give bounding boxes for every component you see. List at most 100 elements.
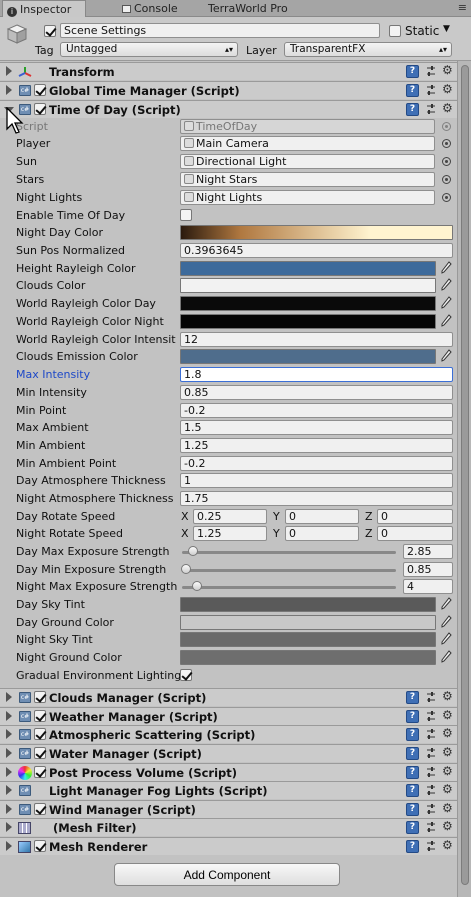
- night-day-gradient-field[interactable]: [180, 225, 453, 240]
- gear-icon[interactable]: ⚙: [442, 726, 453, 740]
- enable-time-of-day-checkbox[interactable]: [180, 209, 192, 221]
- foldout-arrow-icon[interactable]: [6, 729, 12, 739]
- object-picker-icon[interactable]: [442, 193, 451, 202]
- help-icon[interactable]: ?: [406, 821, 419, 834]
- preset-sliders-icon[interactable]: [425, 803, 437, 815]
- min-ambient-input[interactable]: 1.25: [180, 438, 453, 453]
- night-rotate-y-input[interactable]: 0: [285, 526, 359, 541]
- day-rotate-x-input[interactable]: 0.25: [193, 509, 267, 524]
- component-enabled-checkbox[interactable]: [34, 728, 46, 740]
- component-row[interactable]: c# Water Manager (Script)? ⚙: [0, 744, 457, 762]
- slider-track[interactable]: [182, 551, 396, 554]
- max-intensity-input[interactable]: 1.8: [180, 367, 453, 382]
- layer-dropdown[interactable]: TransparentFX ▴▾: [284, 42, 452, 57]
- day-rotate-z-input[interactable]: 0: [377, 509, 453, 524]
- sun-field[interactable]: Directional Light: [180, 154, 435, 169]
- foldout-arrow-icon[interactable]: [6, 692, 12, 702]
- min-point-input[interactable]: -0.2: [180, 403, 453, 418]
- gear-icon[interactable]: ⚙: [442, 782, 453, 796]
- tab-menu-icon[interactable]: ≡: [458, 1, 467, 14]
- help-icon[interactable]: ?: [406, 103, 419, 116]
- preset-sliders-icon[interactable]: [425, 691, 437, 703]
- component-row[interactable]: c# Atmospheric Scattering (Script)? ⚙: [0, 725, 457, 743]
- scrollbar[interactable]: [457, 61, 471, 897]
- day-rotate-y-input[interactable]: 0: [285, 509, 359, 524]
- foldout-arrow-icon[interactable]: [6, 66, 12, 76]
- component-enabled-checkbox[interactable]: [34, 84, 46, 96]
- scrollbar-thumb[interactable]: [461, 65, 469, 885]
- help-icon[interactable]: ?: [406, 728, 419, 741]
- preset-sliders-icon[interactable]: [425, 84, 437, 96]
- gear-icon[interactable]: ⚙: [442, 764, 453, 778]
- slider-track[interactable]: [182, 586, 396, 589]
- stars-field[interactable]: Night Stars: [180, 172, 435, 187]
- day-sky-tint-swatch[interactable]: [180, 597, 436, 612]
- slider-track[interactable]: [182, 569, 396, 572]
- preset-sliders-icon[interactable]: [425, 821, 437, 833]
- preset-sliders-icon[interactable]: [425, 766, 437, 778]
- night-lights-field[interactable]: Night Lights: [180, 190, 435, 205]
- object-picker-icon[interactable]: [442, 175, 451, 184]
- component-enabled-checkbox[interactable]: [34, 691, 46, 703]
- preset-sliders-icon[interactable]: [425, 103, 437, 115]
- min-ambient-point-input[interactable]: -0.2: [180, 456, 453, 471]
- night-atmo-input[interactable]: 1.75: [180, 491, 453, 506]
- slider-thumb[interactable]: [191, 581, 202, 591]
- foldout-arrow-icon[interactable]: [6, 767, 12, 777]
- tab-inspector[interactable]: i Inspector: [2, 0, 86, 17]
- night-sky-tint-swatch[interactable]: [180, 632, 436, 647]
- component-enabled-checkbox[interactable]: [34, 766, 46, 778]
- world-day-swatch[interactable]: [180, 296, 436, 311]
- component-row[interactable]: (Mesh Filter)? ⚙: [0, 818, 457, 836]
- slider-thumb[interactable]: [187, 546, 198, 556]
- help-icon[interactable]: ?: [406, 84, 419, 97]
- day-atmo-input[interactable]: 1: [180, 473, 453, 488]
- foldout-arrow-icon[interactable]: [6, 785, 12, 795]
- night-ground-swatch[interactable]: [180, 650, 436, 665]
- day-ground-swatch[interactable]: [180, 615, 436, 630]
- component-row[interactable]: Mesh Renderer? ⚙: [0, 837, 457, 855]
- component-enabled-checkbox[interactable]: [34, 840, 46, 852]
- help-icon[interactable]: ?: [406, 65, 419, 78]
- foldout-arrow-icon[interactable]: [6, 748, 12, 758]
- help-icon[interactable]: ?: [406, 747, 419, 760]
- add-component-button[interactable]: Add Component: [114, 863, 340, 886]
- help-icon[interactable]: ?: [406, 840, 419, 853]
- help-icon[interactable]: ?: [406, 784, 419, 797]
- gear-icon[interactable]: ⚙: [442, 801, 453, 815]
- component-row[interactable]: c# Wind Manager (Script)? ⚙: [0, 800, 457, 818]
- object-picker-icon[interactable]: [442, 157, 451, 166]
- preset-sliders-icon[interactable]: [425, 747, 437, 759]
- component-enabled-checkbox[interactable]: [34, 803, 46, 815]
- help-icon[interactable]: ?: [406, 766, 419, 779]
- clouds-emission-swatch[interactable]: [180, 349, 436, 364]
- clouds-color-swatch[interactable]: [180, 278, 436, 293]
- tag-dropdown[interactable]: Untagged ▴▾: [60, 42, 238, 57]
- eyedropper-icon[interactable]: [440, 615, 452, 629]
- slider-thumb[interactable]: [181, 564, 192, 574]
- gear-icon[interactable]: ⚙: [442, 819, 453, 833]
- tab-terraworld[interactable]: TerraWorld Pro: [204, 0, 304, 17]
- foldout-arrow-icon[interactable]: [6, 711, 12, 721]
- preset-sliders-icon[interactable]: [425, 840, 437, 852]
- component-global-time-manager[interactable]: c# Global Time Manager (Script) ? ⚙: [0, 81, 457, 99]
- min-intensity-input[interactable]: 0.85: [180, 385, 453, 400]
- component-row[interactable]: c# Weather Manager (Script)? ⚙: [0, 707, 457, 725]
- component-time-of-day[interactable]: c# Time Of Day (Script) ? ⚙: [0, 100, 457, 118]
- gear-icon[interactable]: ⚙: [442, 101, 453, 115]
- active-checkbox[interactable]: [44, 25, 56, 37]
- eyedropper-icon[interactable]: [440, 597, 452, 611]
- eyedropper-icon[interactable]: [440, 314, 452, 328]
- foldout-arrow-icon[interactable]: [6, 85, 12, 95]
- night-rotate-x-input[interactable]: 1.25: [193, 526, 267, 541]
- component-row[interactable]: c# Clouds Manager (Script)? ⚙: [0, 688, 457, 706]
- night-rotate-z-input[interactable]: 0: [377, 526, 453, 541]
- world-intensity-input[interactable]: 12: [180, 332, 453, 347]
- player-field[interactable]: Main Camera: [180, 136, 435, 151]
- component-row[interactable]: Post Process Volume (Script)? ⚙: [0, 763, 457, 781]
- foldout-arrow-icon[interactable]: [6, 841, 12, 851]
- foldout-arrow-icon[interactable]: [6, 822, 12, 832]
- eyedropper-icon[interactable]: [440, 261, 452, 275]
- static-checkbox[interactable]: [389, 25, 401, 37]
- gear-icon[interactable]: ⚙: [442, 708, 453, 722]
